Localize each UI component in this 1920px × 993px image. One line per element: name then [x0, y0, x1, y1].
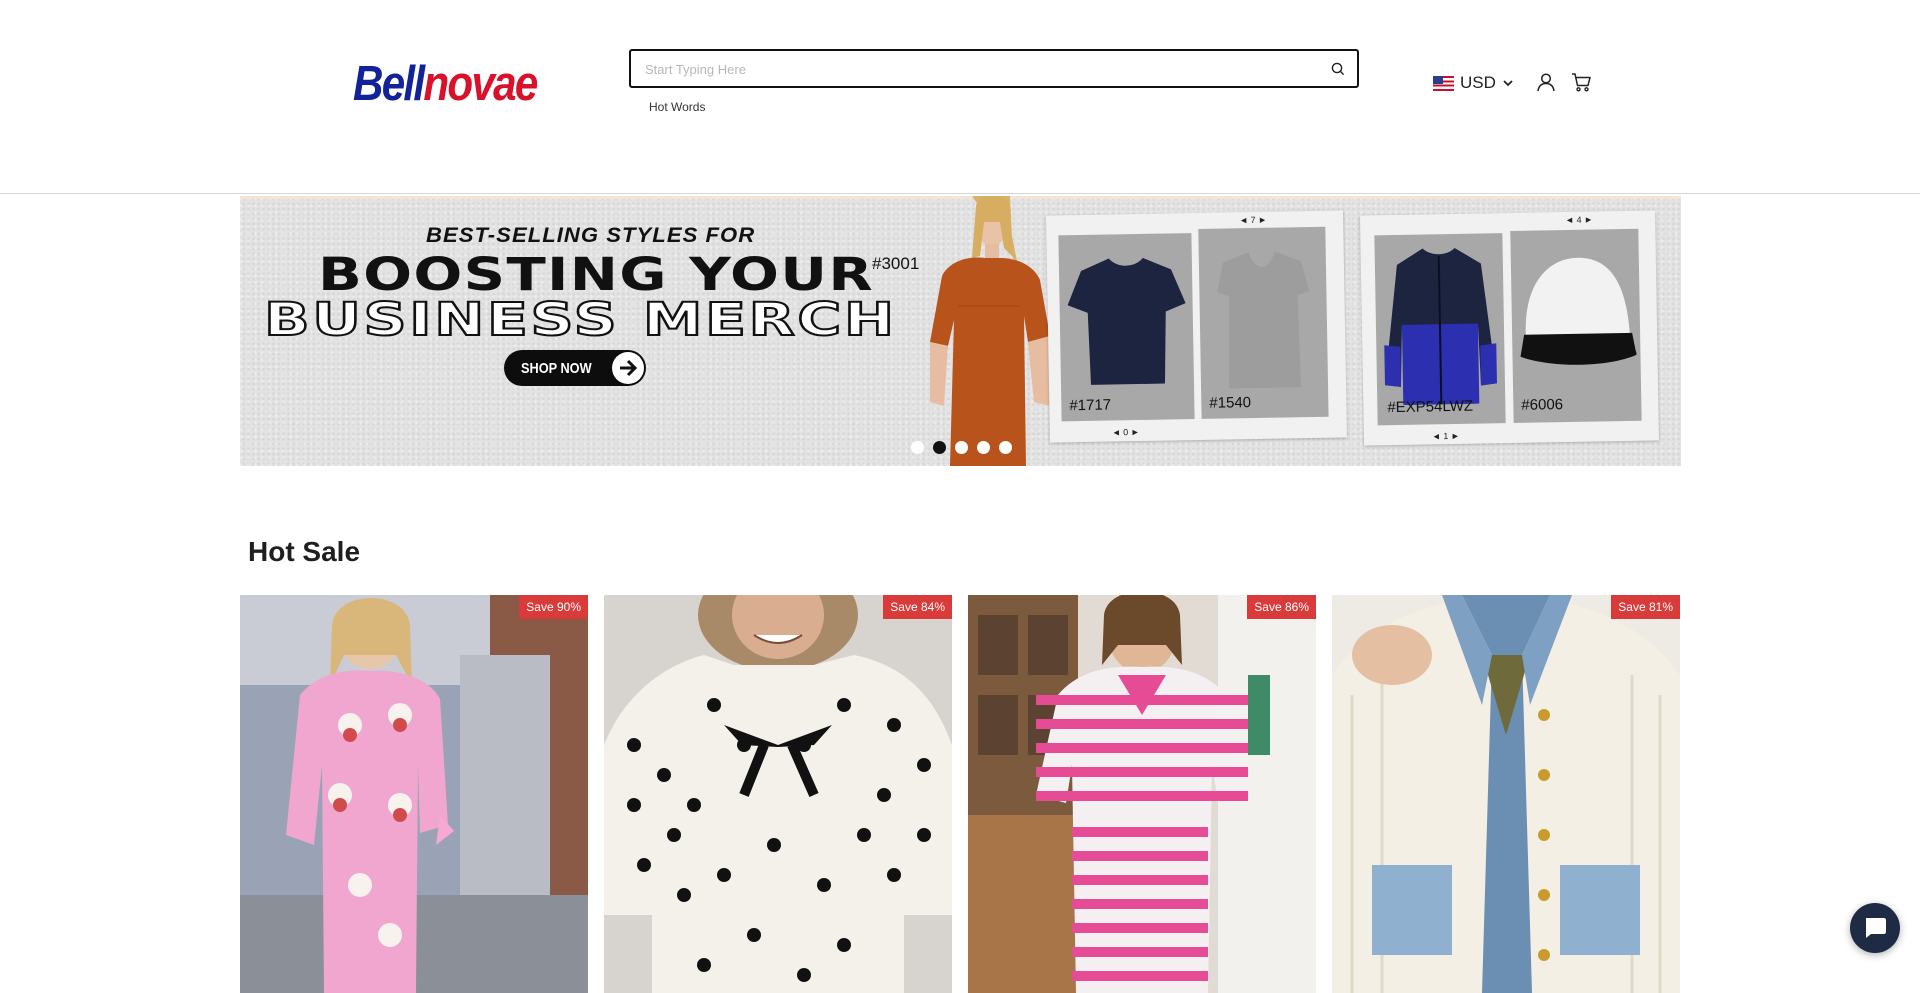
shop-now-button[interactable]: SHOP NOW [504, 350, 646, 386]
model-image [930, 196, 1050, 466]
section-title-hot-sale: Hot Sale [248, 536, 361, 567]
banner-headline-line2: BUSINESS MERCH [263, 292, 897, 347]
logo-part-2: novae [423, 57, 538, 111]
product-code: #EXP54LWZ [1387, 397, 1474, 417]
product-image [240, 595, 588, 993]
product-image [604, 595, 952, 993]
banner-product-card: ◄ 7 ► #1717 #1540 ◄ 0 ► [1046, 210, 1347, 443]
shop-now-label: SHOP NOW [521, 359, 592, 377]
product-card[interactable]: Save 81% [1332, 595, 1680, 993]
carousel-dot[interactable] [955, 441, 968, 454]
product-card[interactable]: Save 90% [240, 595, 588, 993]
banner-product-card: ◄ 4 ► #EXP54LWZ #6006 ◄ 1 ► [1360, 210, 1659, 446]
product-card[interactable]: Save 84% [604, 595, 952, 993]
carousel-dot[interactable] [999, 441, 1012, 454]
site-logo[interactable]: Bell novae [353, 56, 538, 111]
carousel-dot-active[interactable] [933, 441, 946, 454]
card-nav: ◄ 7 ► [1239, 214, 1268, 226]
hot-words-label[interactable]: Hot Words [649, 100, 705, 114]
search-input[interactable] [645, 57, 1305, 81]
user-icon[interactable] [1535, 71, 1557, 93]
us-flag-icon [1433, 75, 1454, 91]
carousel-dot[interactable] [977, 441, 990, 454]
hot-sale-grid: Save 90% Save 84% Save 86% Save 81% [240, 595, 1681, 993]
carousel-dot[interactable] [911, 441, 924, 454]
card-nav: ◄ 1 ► [1431, 430, 1460, 442]
currency-code: USD [1460, 73, 1496, 92]
logo-part-1: Bell [353, 57, 425, 111]
product-1540-image [1198, 226, 1329, 419]
product-1717-image [1058, 233, 1195, 422]
vneck-tshirt-icon [1217, 251, 1310, 389]
cart-icon[interactable] [1570, 71, 1592, 93]
hero-banner[interactable]: BEST-SELLING STYLES FOR BOOSTING YOUR BU… [240, 196, 1681, 466]
discount-badge: Save 90% [519, 595, 588, 619]
chat-bubble-icon [1866, 918, 1886, 938]
card-nav: ◄ 0 ► [1111, 427, 1140, 438]
chat-button[interactable] [1850, 903, 1900, 953]
search-icon[interactable] [1329, 60, 1347, 78]
carousel-dots [911, 441, 1012, 454]
product-exp54lwz-image [1374, 233, 1506, 426]
site-header: Bellnovae Hot Words USD [0, 0, 1920, 194]
product-6006-image [1510, 228, 1642, 423]
product-card[interactable]: Save 86% [968, 595, 1316, 993]
tshirt-icon [1067, 257, 1186, 385]
currency-selector[interactable]: USD [1433, 72, 1514, 94]
product-code: #1717 [1069, 396, 1112, 415]
card-nav: ◄ 4 ► [1565, 214, 1594, 226]
arrow-right-icon [612, 352, 644, 384]
product-code: #1540 [1209, 394, 1252, 412]
search-bar [629, 49, 1359, 88]
discount-badge: Save 84% [883, 595, 952, 619]
product-image [968, 595, 1316, 993]
product-image [1332, 595, 1680, 993]
discount-badge: Save 86% [1247, 595, 1316, 619]
chevron-down-icon [1503, 80, 1513, 87]
banner-kicker: BEST-SELLING STYLES FOR [426, 224, 756, 247]
discount-badge: Save 81% [1611, 595, 1680, 619]
product-code: #6006 [1521, 396, 1564, 414]
